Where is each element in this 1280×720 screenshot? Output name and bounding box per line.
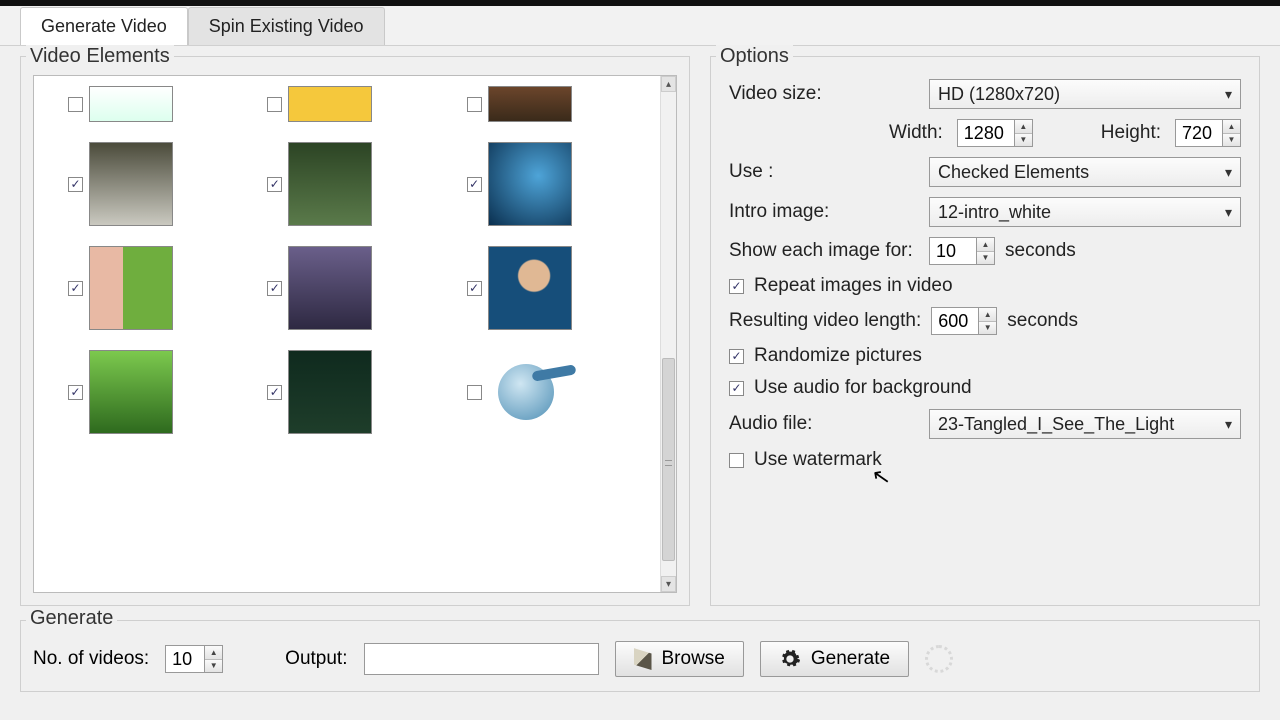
watermark-label: Use watermark (754, 449, 882, 471)
show-each-spinner[interactable]: ▲▼ (977, 237, 995, 265)
video-size-label: Video size: (729, 83, 919, 105)
thumb-item (467, 350, 626, 434)
height-input[interactable] (1175, 119, 1223, 147)
show-each-label: Show each image for: (729, 240, 919, 262)
result-length-label: Resulting video length: (729, 310, 921, 332)
width-spinner[interactable]: ▲▼ (1015, 119, 1033, 147)
thumbnail-scrollbar[interactable]: ▴ ▾ (660, 76, 676, 592)
height-spinner[interactable]: ▲▼ (1223, 119, 1241, 147)
output-input[interactable] (364, 643, 599, 675)
scroll-down-button[interactable]: ▾ (661, 576, 676, 592)
num-videos-label: No. of videos: (33, 648, 149, 670)
audio-file-label: Audio file: (729, 413, 919, 435)
intro-image-label: Intro image: (729, 201, 919, 223)
width-input[interactable] (957, 119, 1015, 147)
generate-button[interactable]: Generate (760, 641, 909, 677)
video-size-select[interactable]: HD (1280x720) (929, 79, 1241, 109)
thumb-item (467, 142, 626, 226)
thumb-item (467, 86, 626, 122)
scroll-up-button[interactable]: ▴ (661, 76, 676, 92)
thumb-checkbox[interactable] (267, 281, 282, 296)
image-thumbnail[interactable] (488, 86, 572, 122)
show-each-input[interactable] (929, 237, 977, 265)
options-title: Options (716, 45, 793, 68)
thumb-item (68, 142, 227, 226)
thumb-checkbox[interactable] (467, 177, 482, 192)
image-thumbnail[interactable] (288, 86, 372, 122)
randomize-checkbox[interactable] (729, 349, 744, 364)
thumb-item (267, 142, 426, 226)
options-group: Options Video size: HD (1280x720) Width:… (710, 56, 1260, 606)
repeat-label: Repeat images in video (754, 275, 953, 297)
thumb-checkbox[interactable] (267, 97, 282, 112)
thumb-checkbox[interactable] (68, 385, 83, 400)
image-thumbnail[interactable] (89, 86, 173, 122)
image-thumbnail[interactable] (89, 142, 173, 226)
width-label: Width: (889, 122, 943, 144)
seconds-label: seconds (1005, 240, 1076, 262)
tab-spin-existing-video[interactable]: Spin Existing Video (188, 7, 385, 45)
thumb-item (68, 350, 227, 434)
generate-group: Generate No. of videos: ▲▼ Output: Brows… (20, 620, 1260, 692)
browse-button-label: Browse (662, 648, 725, 670)
result-length-spinner[interactable]: ▲▼ (979, 307, 997, 335)
video-elements-title: Video Elements (26, 45, 174, 68)
seconds-label-2: seconds (1007, 310, 1078, 332)
image-thumbnail[interactable] (89, 350, 173, 434)
num-videos-input[interactable] (165, 645, 205, 673)
use-audio-label: Use audio for background (754, 377, 972, 399)
image-thumbnail[interactable] (89, 246, 173, 330)
use-label: Use : (729, 161, 919, 183)
progress-spinner-icon (925, 645, 953, 673)
output-label: Output: (285, 648, 347, 670)
folder-icon (634, 648, 652, 670)
thumb-item (267, 86, 426, 122)
thumbnail-scrollpane: ▴ ▾ (33, 75, 677, 593)
thumb-checkbox[interactable] (267, 385, 282, 400)
thumb-item (267, 246, 426, 330)
thumb-checkbox[interactable] (467, 97, 482, 112)
thumb-checkbox[interactable] (467, 281, 482, 296)
generate-button-label: Generate (811, 648, 890, 670)
thumb-checkbox[interactable] (68, 177, 83, 192)
image-thumbnail[interactable] (288, 142, 372, 226)
num-videos-spinner[interactable]: ▲▼ (205, 645, 223, 673)
browse-button[interactable]: Browse (615, 641, 744, 677)
gear-icon (779, 648, 801, 670)
image-thumbnail[interactable] (488, 142, 572, 226)
use-audio-checkbox[interactable] (729, 381, 744, 396)
tab-bar: Generate Video Spin Existing Video (0, 6, 1280, 46)
audio-thumbnail[interactable] (488, 354, 572, 430)
use-select[interactable]: Checked Elements (929, 157, 1241, 187)
image-thumbnail[interactable] (288, 350, 372, 434)
thumb-checkbox[interactable] (68, 97, 83, 112)
result-length-input[interactable] (931, 307, 979, 335)
repeat-checkbox[interactable] (729, 279, 744, 294)
thumb-item (68, 86, 227, 122)
audio-file-select[interactable]: 23-Tangled_I_See_The_Light (929, 409, 1241, 439)
music-note-icon (498, 364, 554, 420)
tab-generate-video[interactable]: Generate Video (20, 7, 188, 45)
height-label: Height: (1101, 122, 1161, 144)
thumb-checkbox[interactable] (267, 177, 282, 192)
thumb-item (68, 246, 227, 330)
video-elements-group: Video Elements ▴ ▾ (20, 56, 690, 606)
thumb-item (467, 246, 626, 330)
thumb-item (267, 350, 426, 434)
generate-title: Generate (26, 607, 117, 630)
thumb-checkbox[interactable] (68, 281, 83, 296)
intro-image-select[interactable]: 12-intro_white (929, 197, 1241, 227)
watermark-checkbox[interactable] (729, 453, 744, 468)
image-thumbnail[interactable] (288, 246, 372, 330)
randomize-label: Randomize pictures (754, 345, 922, 367)
thumb-checkbox[interactable] (467, 385, 482, 400)
scroll-handle[interactable] (662, 358, 675, 561)
image-thumbnail[interactable] (488, 246, 572, 330)
scroll-track[interactable] (661, 92, 676, 576)
